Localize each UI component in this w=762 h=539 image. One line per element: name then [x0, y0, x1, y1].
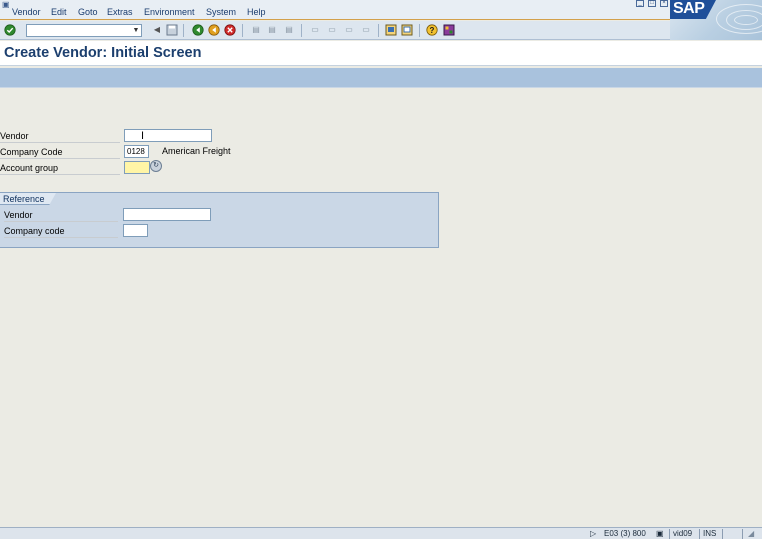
menu-system[interactable]: System: [206, 6, 236, 18]
print-icon[interactable]: ▤: [250, 24, 262, 36]
company-code-input[interactable]: [124, 145, 149, 158]
vendor-label: Vendor: [0, 129, 120, 143]
system-menu-icon[interactable]: ▣: [2, 0, 12, 9]
previous-page-icon[interactable]: ▭: [326, 24, 338, 36]
reference-group-title: Reference: [3, 194, 45, 204]
save-icon[interactable]: [166, 24, 178, 36]
toolbar-separator: [242, 24, 243, 37]
menu-goto[interactable]: Goto: [78, 6, 98, 18]
find-next-icon[interactable]: ▤: [283, 24, 295, 36]
resize-grip-icon[interactable]: ◢: [748, 529, 754, 539]
toolbar-separator: [419, 24, 420, 37]
title-bar: Create Vendor: Initial Screen: [0, 41, 762, 66]
find-icon[interactable]: ▤: [266, 24, 278, 36]
sap-logo: SAP: [670, 0, 762, 40]
maximize-icon[interactable]: □: [648, 0, 656, 7]
command-field-dropdown-icon[interactable]: ▼: [132, 26, 140, 35]
toolbar-separator: [301, 24, 302, 37]
toolbar-separator: [183, 24, 184, 37]
vendor-input[interactable]: [124, 129, 212, 142]
status-divider: [722, 529, 723, 539]
status-insert-mode: INS: [703, 529, 717, 538]
status-divider: [699, 529, 700, 539]
create-session-icon[interactable]: [385, 24, 397, 36]
value-help-icon[interactable]: ↻: [150, 160, 162, 172]
status-divider: [669, 529, 670, 539]
enter-icon[interactable]: [4, 24, 16, 36]
page-title: Create Vendor: Initial Screen: [4, 45, 202, 61]
account-group-label: Account group: [0, 161, 120, 175]
back-icon[interactable]: [192, 24, 204, 36]
shortcut-icon[interactable]: [401, 24, 413, 36]
reference-group-tab: Reference: [0, 193, 56, 205]
status-system-info: E03 (3) 800: [604, 529, 646, 538]
status-server: vid09: [673, 529, 693, 538]
account-group-input[interactable]: [124, 161, 150, 174]
company-code-label: Company Code: [0, 145, 120, 159]
status-bar: ▷ E03 (3) 800 ▣ vid09 INS ◢: [0, 527, 762, 539]
menu-bar: ▣ Vendor Edit Goto Extras Environment Sy…: [0, 0, 762, 20]
reference-group: Reference Vendor Company code: [0, 192, 439, 248]
help-icon[interactable]: ?: [426, 24, 438, 36]
status-divider: [742, 529, 743, 539]
menu-edit[interactable]: Edit: [51, 6, 67, 18]
svg-text:?: ?: [430, 26, 435, 35]
reference-vendor-input[interactable]: [123, 208, 211, 221]
menu-vendor[interactable]: Vendor: [12, 6, 41, 18]
reference-company-code-label: Company code: [4, 224, 118, 238]
reference-vendor-label: Vendor: [4, 208, 118, 222]
last-page-icon[interactable]: ▭: [360, 24, 372, 36]
cancel-icon[interactable]: [224, 24, 236, 36]
menu-environment[interactable]: Environment: [144, 6, 195, 18]
application-toolbar: [0, 68, 762, 88]
status-expand-icon[interactable]: ▷: [590, 529, 596, 539]
menu-extras[interactable]: Extras: [107, 6, 133, 18]
toolbar-separator: [378, 24, 379, 37]
close-icon[interactable]: ×: [660, 0, 668, 7]
next-page-icon[interactable]: ▭: [343, 24, 355, 36]
customize-layout-icon[interactable]: [443, 24, 455, 36]
menu-help[interactable]: Help: [247, 6, 266, 18]
exit-icon[interactable]: [208, 24, 220, 36]
text-cursor-icon: I: [141, 130, 145, 142]
save-arrow-icon[interactable]: ◀: [151, 24, 163, 36]
first-page-icon[interactable]: ▭: [309, 24, 321, 36]
status-dropdown-icon[interactable]: ▣: [656, 529, 664, 539]
reference-company-code-input[interactable]: [123, 224, 148, 237]
minimize-icon[interactable]: _: [636, 0, 644, 7]
company-code-description: American Freight: [162, 146, 231, 156]
standard-toolbar: ▼ ◀ ▤ ▤ ▤ ▭ ▭ ▭ ▭ ?: [0, 21, 670, 40]
sap-logo-text: SAP: [673, 0, 705, 17]
command-field[interactable]: ▼: [26, 24, 142, 37]
